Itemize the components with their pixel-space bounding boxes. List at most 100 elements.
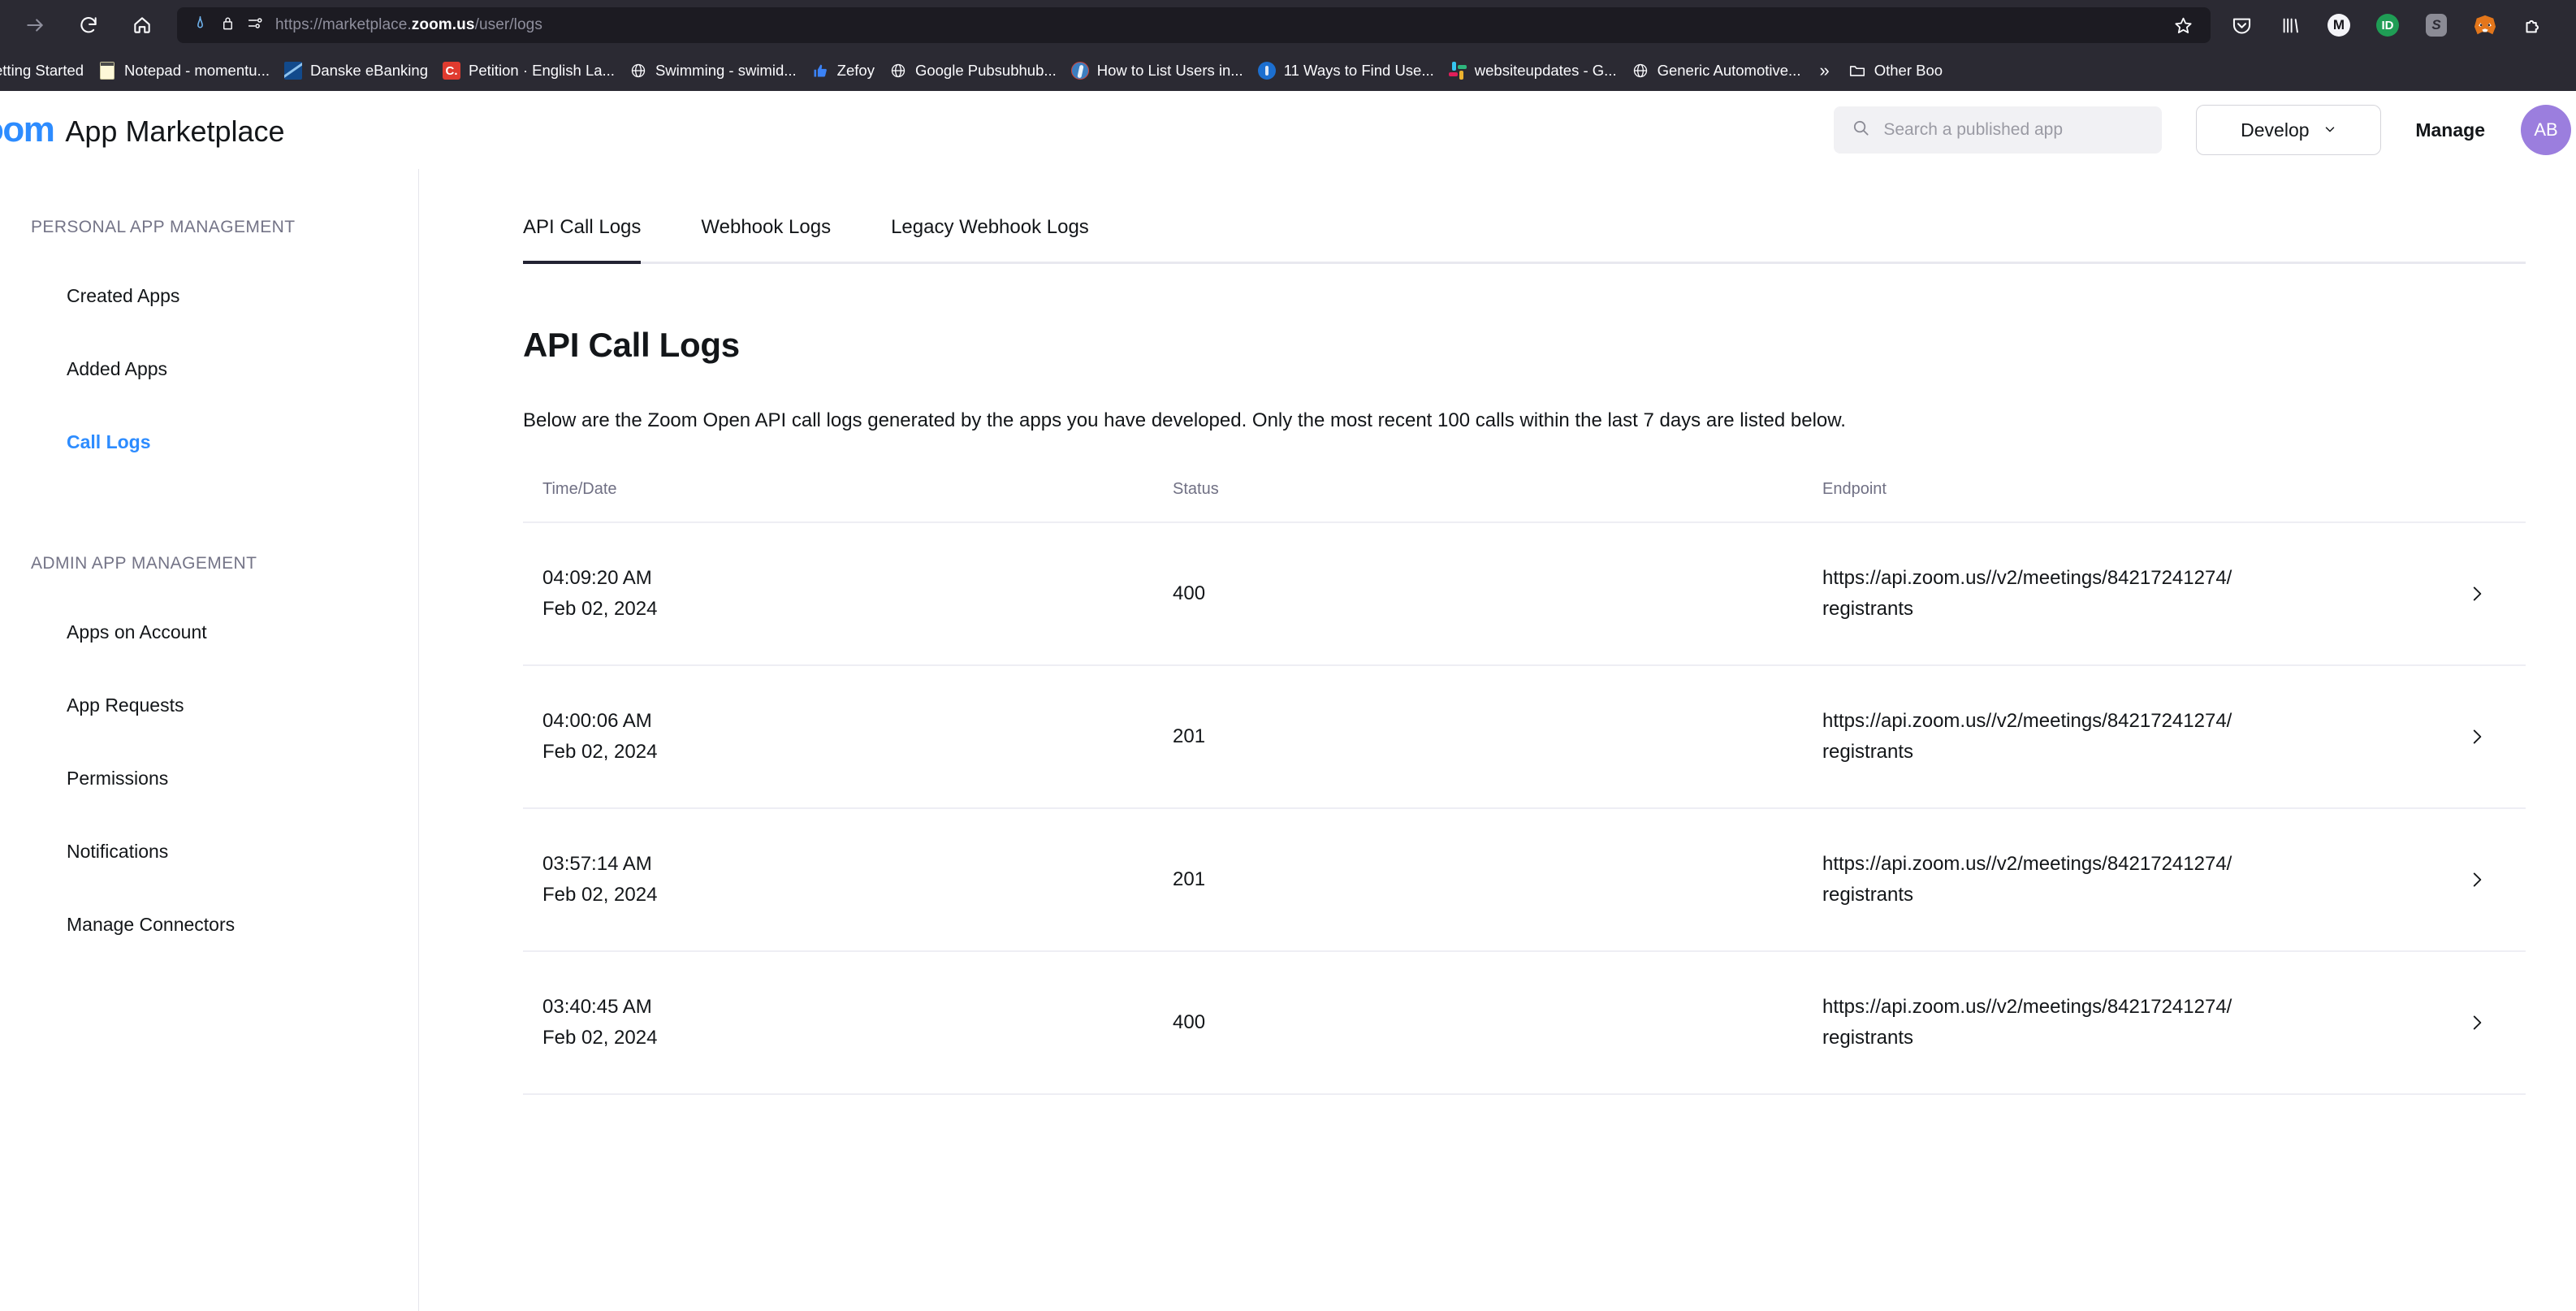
bookmarks-bar: etting Started Notepad - momentu... Dans… — [0, 50, 2576, 91]
bookmark-label: Swimming - swimid... — [655, 62, 797, 79]
bookmark-label: etting Started — [0, 62, 84, 79]
bookmark-item[interactable]: Danske eBanking — [277, 58, 435, 84]
extensions-puzzle-icon[interactable] — [2509, 0, 2558, 50]
sidebar-item-apps-on-account[interactable]: Apps on Account — [0, 614, 418, 650]
cell-time: 03:40:45 AM — [542, 996, 652, 1019]
chevron-right-icon[interactable] — [2428, 1012, 2526, 1033]
chevron-right-icon[interactable] — [2428, 726, 2526, 747]
sidebar-item-created-apps[interactable]: Created Apps — [0, 278, 418, 314]
change-org-icon: C. — [442, 62, 460, 80]
pocket-icon[interactable] — [2217, 0, 2266, 50]
table-header-row: Time/Date Status Endpoint — [523, 480, 2526, 523]
manage-link[interactable]: Manage — [2415, 119, 2485, 141]
tab-webhook-logs[interactable]: Webhook Logs — [701, 216, 831, 262]
cell-endpoint: https://api.zoom.us//v2/meetings/8421724… — [1822, 992, 2428, 1052]
sidebar-item-app-requests[interactable]: App Requests — [0, 687, 418, 723]
home-button[interactable] — [115, 0, 169, 50]
tab-bar: API Call Logs Webhook Logs Legacy Webhoo… — [523, 216, 2526, 264]
browser-chrome: https://marketplace.zoom.us/user/logs M … — [0, 0, 2576, 91]
shield-icon[interactable] — [192, 15, 209, 36]
address-bar[interactable]: https://marketplace.zoom.us/user/logs — [177, 7, 2211, 43]
reload-button[interactable] — [62, 0, 115, 50]
bookmark-label: Petition · English La... — [468, 62, 615, 79]
cell-endpoint: https://api.zoom.us//v2/meetings/8421724… — [1822, 563, 2428, 623]
cell-status: 400 — [1173, 1011, 1206, 1033]
blue-circle-icon — [1257, 62, 1276, 80]
column-header-endpoint: Endpoint — [1822, 479, 1887, 498]
bookmark-item[interactable]: Google Pubsubhub... — [882, 58, 1064, 84]
mendeley-icon[interactable]: M — [2315, 0, 2363, 50]
article-icon — [1070, 62, 1089, 80]
brand[interactable]: oom App Marketplace — [0, 112, 285, 148]
bookmark-item[interactable]: etting Started — [0, 58, 91, 84]
slack-icon — [1448, 62, 1467, 80]
search-input[interactable] — [1883, 120, 2145, 140]
bookmark-label: Google Pubsubhub... — [914, 62, 1057, 79]
table-row[interactable]: 03:57:14 AM Feb 02, 2024 201 https://api… — [523, 809, 2526, 952]
sidebar-item-notifications[interactable]: Notifications — [0, 833, 418, 869]
cell-time-date: 04:00:06 AM Feb 02, 2024 — [523, 706, 1173, 766]
bookmark-item[interactable]: Zefoy — [804, 58, 882, 84]
zoom-logo: oom — [0, 110, 55, 149]
bookmark-star-icon[interactable] — [2163, 7, 2202, 43]
table-row[interactable]: 04:00:06 AM Feb 02, 2024 201 https://api… — [523, 666, 2526, 809]
bookmark-label: websiteupdates - G... — [1474, 62, 1617, 79]
bookmark-label: Generic Automotive... — [1657, 62, 1801, 79]
sidebar-item-permissions[interactable]: Permissions — [0, 760, 418, 796]
metamask-icon[interactable] — [2461, 0, 2509, 50]
bookmark-item[interactable]: websiteupdates - G... — [1441, 58, 1624, 84]
avatar[interactable]: AB — [2521, 105, 2571, 155]
sidebar-item-added-apps[interactable]: Added Apps — [0, 351, 418, 387]
chevron-right-icon[interactable] — [2428, 583, 2526, 604]
tab-legacy-webhook-logs[interactable]: Legacy Webhook Logs — [891, 216, 1089, 262]
endpoint-line-1: https://api.zoom.us//v2/meetings/8421724… — [1822, 567, 2232, 590]
bookmark-item[interactable]: How to List Users in... — [1064, 58, 1251, 84]
cell-time-date: 03:57:14 AM Feb 02, 2024 — [523, 849, 1173, 909]
bookmark-label: Danske eBanking — [309, 62, 428, 79]
bookmarks-overflow-icon[interactable]: » — [1808, 56, 1840, 85]
table-row[interactable]: 03:40:45 AM Feb 02, 2024 400 https://api… — [523, 952, 2526, 1095]
sidebar-item-manage-connectors[interactable]: Manage Connectors — [0, 906, 418, 942]
bookmark-item[interactable]: Swimming - swimid... — [622, 58, 804, 84]
sidebar-divider — [0, 497, 418, 554]
endpoint-line-2: registrants — [1822, 883, 1914, 906]
other-bookmarks-folder[interactable]: Other Boo — [1841, 58, 1950, 84]
forward-button[interactable] — [8, 0, 62, 50]
danske-bank-icon — [283, 62, 302, 80]
site-title: App Marketplace — [65, 115, 285, 148]
pushbullet-icon[interactable]: ID — [2363, 0, 2412, 50]
endpoint-line-2: registrants — [1822, 740, 1914, 763]
cell-date: Feb 02, 2024 — [542, 883, 658, 906]
cell-date: Feb 02, 2024 — [542, 1026, 658, 1049]
cell-time: 04:00:06 AM — [542, 710, 652, 733]
cell-status: 400 — [1173, 582, 1206, 604]
cell-time-date: 04:09:20 AM Feb 02, 2024 — [523, 563, 1173, 623]
tab-api-call-logs[interactable]: API Call Logs — [523, 216, 642, 264]
search-container[interactable] — [1834, 106, 2163, 154]
bookmark-item[interactable]: C. Petition · English La... — [435, 58, 622, 84]
table-row[interactable]: 04:09:20 AM Feb 02, 2024 400 https://api… — [523, 523, 2526, 666]
extension-icons: M ID S — [2217, 0, 2558, 50]
search-icon — [1852, 119, 1870, 141]
globe-icon — [1632, 62, 1649, 80]
bookmark-item[interactable]: 11 Ways to Find Use... — [1251, 58, 1441, 84]
endpoint-line-1: https://api.zoom.us//v2/meetings/8421724… — [1822, 710, 2232, 733]
globe-icon — [629, 62, 647, 80]
site-header: oom App Marketplace Develop Manage AB — [0, 91, 2576, 169]
surfshark-icon[interactable]: S — [2412, 0, 2461, 50]
other-bookmarks-label: Other Boo — [1874, 62, 1943, 79]
cell-time: 04:09:20 AM — [542, 567, 652, 590]
globe-icon — [889, 62, 907, 80]
sidebar-item-call-logs[interactable]: Call Logs — [0, 424, 418, 460]
chevron-right-icon[interactable] — [2428, 869, 2526, 890]
bookmark-item[interactable]: Notepad - momentu... — [91, 58, 277, 84]
thumbs-up-icon — [811, 62, 829, 80]
bookmark-label: How to List Users in... — [1096, 62, 1243, 79]
bookmark-item[interactable]: Generic Automotive... — [1624, 58, 1809, 84]
library-icon[interactable] — [2266, 0, 2315, 50]
cell-time: 03:57:14 AM — [542, 853, 652, 876]
url-text[interactable]: https://marketplace.zoom.us/user/logs — [275, 16, 2152, 34]
lock-icon[interactable] — [220, 15, 236, 35]
site-permissions-icon[interactable] — [247, 15, 264, 36]
develop-dropdown-button[interactable]: Develop — [2196, 105, 2382, 155]
